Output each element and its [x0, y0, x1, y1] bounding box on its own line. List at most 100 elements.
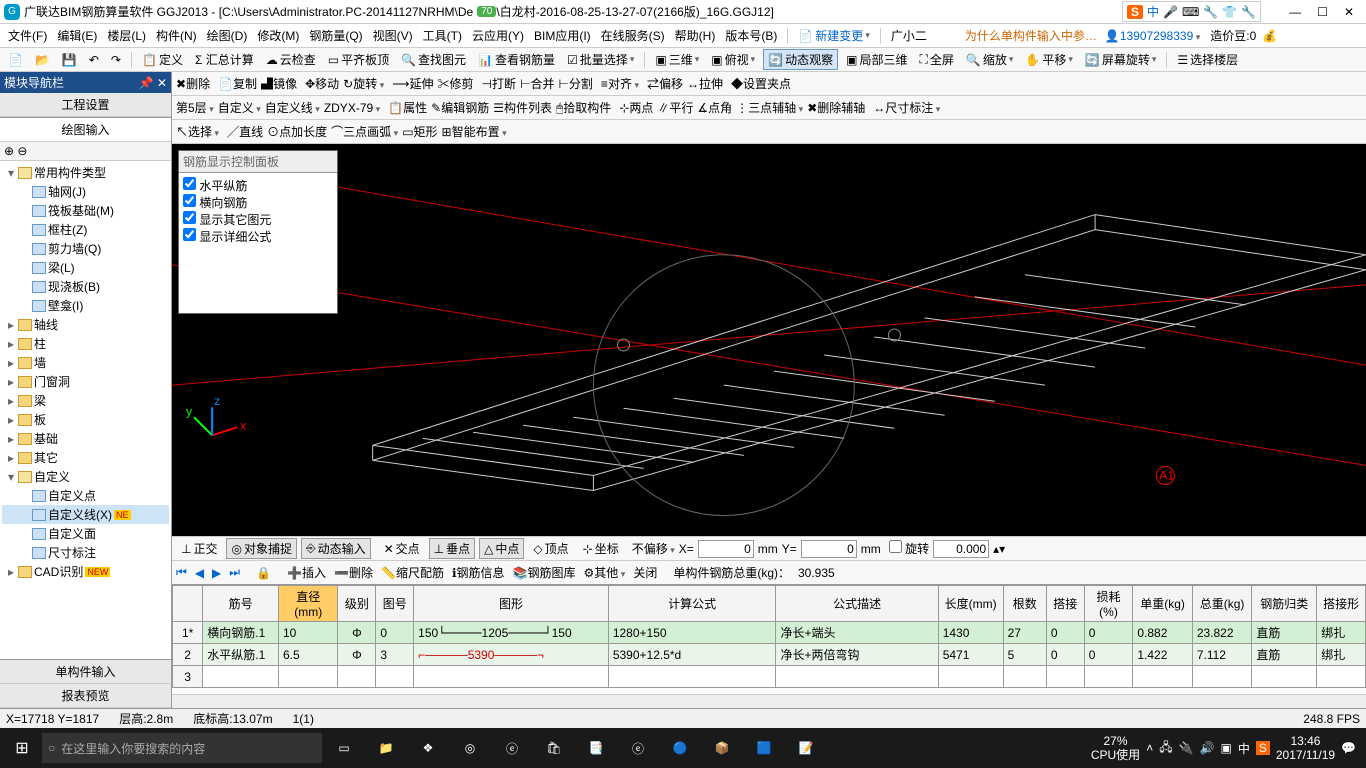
phone-link[interactable]: 👤13907298339: [1101, 27, 1204, 45]
two-point-button[interactable]: ⊹两点: [619, 99, 653, 116]
dimension-button[interactable]: ↔尺寸标注: [873, 99, 940, 116]
chk-horiz[interactable]: 水平纵筋: [183, 177, 333, 194]
sum-calc-button[interactable]: Σ 汇总计算: [191, 50, 258, 69]
menu-edit[interactable]: 编辑(E): [53, 25, 101, 46]
col-cnt[interactable]: 根数: [1003, 586, 1046, 622]
open-file-button[interactable]: 📂: [31, 52, 54, 68]
tray-power-icon[interactable]: 🔌: [1179, 741, 1194, 755]
new-file-button[interactable]: 📄: [4, 52, 27, 68]
col-rownum[interactable]: [173, 586, 203, 622]
extend-button[interactable]: ⟶延伸: [392, 75, 433, 92]
tree-dimnote[interactable]: 尺寸标注: [48, 544, 96, 561]
tray-vol-icon[interactable]: 🔊: [1200, 741, 1215, 755]
subcategory-select[interactable]: 自定义线: [265, 99, 320, 116]
tree-cad[interactable]: CAD识别: [34, 563, 83, 580]
menu-comp[interactable]: 构件(N): [152, 25, 201, 46]
3d-canvas[interactable]: x y z A1: [172, 144, 1366, 536]
nav-last[interactable]: ⏭: [229, 565, 240, 580]
app-icon-2[interactable]: ◎: [450, 733, 490, 763]
taskbar-search[interactable]: ○ 在这里输入你要搜索的内容: [42, 733, 322, 763]
grid-delete[interactable]: ➖删除: [334, 564, 373, 581]
smart-layout-tool[interactable]: ⊞智能布置: [442, 123, 507, 140]
merge-button[interactable]: ⊢合并: [520, 75, 554, 92]
panel-close-icon[interactable]: ✕: [157, 76, 167, 90]
delete-button[interactable]: ✖删除: [176, 75, 210, 92]
tray-clock[interactable]: 13:462017/11/19: [1276, 734, 1335, 763]
close-button[interactable]: ✕: [1344, 5, 1354, 19]
break-button[interactable]: ⊣打断: [482, 75, 516, 92]
col-cat[interactable]: 钢筋归类: [1252, 586, 1317, 622]
offset-mode[interactable]: 不偏移: [632, 540, 675, 557]
tree-beam2[interactable]: 梁: [34, 392, 46, 409]
angle-button[interactable]: ∡点角: [697, 99, 732, 116]
rotate-check[interactable]: 旋转: [889, 540, 929, 557]
tray-ime-cn[interactable]: 中: [1238, 740, 1250, 757]
nav-draw-input[interactable]: 绘图输入: [0, 117, 171, 142]
ortho-toggle[interactable]: ⊥正交: [176, 538, 222, 559]
tray-up-icon[interactable]: ˄: [1146, 741, 1153, 755]
col-fig[interactable]: 图号: [376, 586, 414, 622]
stretch-button[interactable]: ↔拉伸: [687, 75, 723, 92]
pin-icon[interactable]: 📌: [139, 76, 154, 90]
tree-open[interactable]: 门窗洞: [34, 373, 70, 390]
tree-col[interactable]: 柱: [34, 335, 46, 352]
menu-modify[interactable]: 修改(M): [253, 25, 303, 46]
parallel-button[interactable]: ∥平行: [657, 99, 693, 116]
explorer-icon[interactable]: 📁: [366, 733, 406, 763]
undo-button[interactable]: ↶: [85, 52, 103, 68]
col-lap[interactable]: 搭接: [1046, 586, 1084, 622]
cpu-meter[interactable]: 27%CPU使用: [1091, 734, 1140, 763]
rebar-grid[interactable]: 筋号 直径(mm) 级别 图号 图形 计算公式 公式描述 长度(mm) 根数 搭…: [172, 584, 1366, 694]
tree-custpt[interactable]: 自定义点: [48, 487, 96, 504]
offset-button[interactable]: ⇄偏移: [647, 75, 683, 92]
dyn-view-button[interactable]: 🔄动态观察: [763, 49, 838, 70]
col-dia[interactable]: 直径(mm): [278, 586, 337, 622]
table-row[interactable]: 2 水平纵筋.1 6.5 Φ 3 ⌐─────5390─────¬ 5390+1…: [173, 644, 1366, 666]
ime-toolbar[interactable]: S 中 🎤 ⌨ 🔧 👕 🔧: [1122, 1, 1261, 22]
rotate-spinner[interactable]: ▴▾: [993, 542, 1005, 556]
tree-slab[interactable]: 板: [34, 411, 46, 428]
tree-expand-icon[interactable]: ⊕: [4, 144, 14, 158]
col-desc[interactable]: 公式描述: [776, 586, 938, 622]
grid-scale[interactable]: 📏缩尺配筋: [381, 564, 444, 581]
pick-comp-button[interactable]: 🖱拾取构件: [556, 99, 611, 116]
rotate-input[interactable]: [933, 540, 989, 558]
local-3d-button[interactable]: ▣局部三维: [842, 50, 911, 69]
menu-file[interactable]: 文件(F): [4, 25, 51, 46]
split-button[interactable]: ⊢分割: [558, 75, 592, 92]
tray-net-icon[interactable]: 🖧: [1159, 738, 1172, 759]
comp-list-button[interactable]: ☰构件列表: [493, 99, 552, 116]
tree-root[interactable]: 常用构件类型: [34, 164, 106, 181]
menu-cloud[interactable]: 云应用(Y): [468, 25, 528, 46]
menu-view[interactable]: 视图(V): [369, 25, 417, 46]
component-tree[interactable]: ▾常用构件类型 轴网(J) 筏板基础(M) 框柱(Z) 剪力墙(Q) 梁(L) …: [0, 161, 171, 659]
tree-raft[interactable]: 筏板基础(M): [48, 202, 114, 219]
save-button[interactable]: 💾: [58, 52, 81, 68]
tree-collapse-icon[interactable]: ⊖: [17, 144, 27, 158]
col-lvl[interactable]: 级别: [338, 586, 376, 622]
move-button[interactable]: ✥移动: [305, 75, 339, 92]
floor-select[interactable]: 第5层: [176, 99, 214, 116]
nav-first[interactable]: ⏮: [176, 565, 187, 580]
menu-draw[interactable]: 绘图(D): [203, 25, 252, 46]
y-input[interactable]: [801, 540, 857, 558]
copy-button[interactable]: 📄复制: [218, 75, 257, 92]
tree-shear[interactable]: 剪力墙(Q): [48, 240, 101, 257]
3d-button[interactable]: ▣三维: [651, 50, 703, 69]
nav-single-input[interactable]: 单构件输入: [0, 660, 171, 684]
point-length-tool[interactable]: ⊙点加长度: [267, 123, 327, 140]
table-row[interactable]: 3: [173, 666, 1366, 688]
snap-perp[interactable]: ⊥垂点: [429, 538, 475, 559]
grid-lib[interactable]: 📚钢筋图库: [513, 564, 576, 581]
select-tool[interactable]: ↖选择: [176, 123, 219, 140]
nav-next[interactable]: ▶: [212, 566, 221, 580]
cloud-check-button[interactable]: ☁云检查: [262, 50, 320, 69]
menu-help[interactable]: 帮助(H): [671, 25, 720, 46]
app-icon-7[interactable]: 📝: [786, 733, 826, 763]
find-button[interactable]: 🔍查找图元: [397, 50, 470, 69]
grid-insert[interactable]: ➕插入: [287, 564, 326, 581]
menu-ver[interactable]: 版本号(B): [721, 25, 781, 46]
snap-end[interactable]: ◇顶点: [528, 538, 573, 559]
code-select[interactable]: ZDYX-79: [324, 101, 380, 115]
coin-icon[interactable]: 💰: [1262, 29, 1277, 43]
